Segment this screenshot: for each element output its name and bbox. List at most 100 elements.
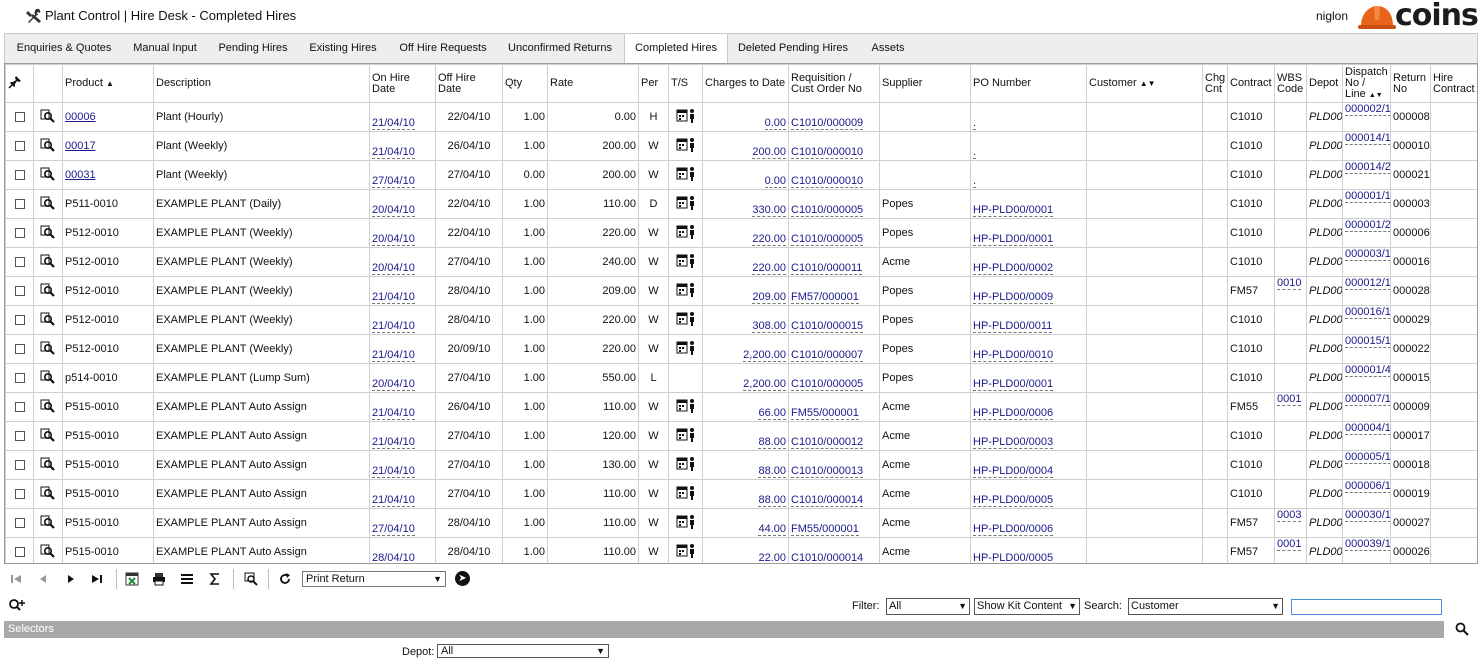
charges-to-date[interactable]: 22.00: [758, 552, 786, 563]
row-checkbox[interactable]: [14, 402, 25, 413]
dispatch-number[interactable]: 000030/1: [1345, 509, 1390, 522]
columns-icon[interactable]: [180, 572, 194, 586]
view-details-icon[interactable]: [40, 312, 56, 326]
tab-assets[interactable]: Assets: [862, 34, 914, 63]
filter-select[interactable]: All ▼: [886, 598, 970, 615]
tab-deleted-pending-hires[interactable]: Deleted Pending Hires: [732, 34, 854, 63]
wbs-code[interactable]: 0010: [1277, 277, 1302, 290]
next-page-icon[interactable]: [64, 572, 78, 586]
row-checkbox[interactable]: [14, 373, 25, 384]
on-hire-date[interactable]: 21/04/10: [372, 349, 415, 362]
charges-to-date[interactable]: 88.00: [758, 494, 786, 507]
requisition-number[interactable]: C1010/000011: [791, 262, 863, 275]
column-header-per[interactable]: Per: [638, 64, 669, 103]
table-row[interactable]: P512-0010 EXAMPLE PLANT (Weekly) 20/04/10 2…: [5, 218, 1477, 248]
charges-to-date[interactable]: 44.00: [758, 523, 786, 536]
dispatch-number[interactable]: 000007/1: [1345, 393, 1390, 406]
timesheet-icon[interactable]: [676, 166, 696, 182]
dispatch-number[interactable]: 000001/4: [1345, 364, 1390, 377]
requisition-number[interactable]: C1010/000005: [791, 204, 864, 217]
kit-content-select[interactable]: Show Kit Content ▼: [974, 598, 1080, 615]
dispatch-number[interactable]: 000014/1: [1345, 132, 1390, 145]
column-header-supplier[interactable]: Supplier: [879, 64, 971, 103]
dispatch-number[interactable]: 000004/1: [1345, 422, 1390, 435]
row-checkbox[interactable]: [14, 431, 25, 442]
row-checkbox[interactable]: [14, 228, 25, 239]
column-header-requisition[interactable]: Requisition / Cust Order No: [788, 64, 880, 103]
product-code[interactable]: 00006: [65, 111, 96, 123]
row-checkbox[interactable]: [14, 489, 25, 500]
charges-to-date[interactable]: 2,200.00: [743, 378, 786, 391]
pin-column-header[interactable]: [5, 64, 34, 103]
on-hire-date[interactable]: 21/04/10: [372, 117, 415, 130]
column-header-po-number[interactable]: PO Number: [970, 64, 1087, 103]
on-hire-date[interactable]: 21/04/10: [372, 465, 415, 478]
timesheet-icon[interactable]: [676, 195, 696, 211]
row-checkbox[interactable]: [14, 460, 25, 471]
previous-page-icon[interactable]: [36, 572, 50, 586]
tab-unconfirmed-returns[interactable]: Unconfirmed Returns: [501, 34, 619, 63]
add-search-icon[interactable]: [8, 598, 26, 614]
requisition-number[interactable]: C1010/000010: [791, 146, 864, 159]
table-row[interactable]: 00006 Plant (Hourly) 21/04/10 22/04/10 1.00 0…: [5, 102, 1477, 132]
column-header-qty[interactable]: Qty: [502, 64, 548, 103]
on-hire-date[interactable]: 21/04/10: [372, 291, 415, 304]
po-number[interactable]: HP-PLD00/0005: [973, 552, 1054, 563]
dispatch-number[interactable]: 000012/1: [1345, 277, 1390, 290]
dispatch-number[interactable]: 000005/1: [1345, 451, 1390, 464]
table-row[interactable]: P515-0010 EXAMPLE PLANT Auto Assign 28/04/…: [5, 537, 1477, 563]
timesheet-icon[interactable]: [676, 398, 696, 414]
row-checkbox[interactable]: [14, 141, 25, 152]
timesheet-icon[interactable]: [676, 108, 696, 124]
tab-pending-hires[interactable]: Pending Hires: [211, 34, 295, 63]
requisition-number[interactable]: C1010/000007: [791, 349, 864, 362]
on-hire-date[interactable]: 20/04/10: [372, 204, 415, 217]
first-page-icon[interactable]: [9, 572, 23, 586]
dispatch-number[interactable]: 000001/2: [1345, 219, 1390, 232]
dispatch-number[interactable]: 000001/1: [1345, 190, 1390, 203]
requisition-number[interactable]: C1010/000015: [791, 320, 864, 333]
on-hire-date[interactable]: 21/04/10: [372, 320, 415, 333]
tab-completed-hires[interactable]: Completed Hires: [624, 34, 728, 64]
row-checkbox[interactable]: [14, 257, 25, 268]
column-header-return-no[interactable]: Return No: [1390, 64, 1431, 103]
dispatch-number[interactable]: 000006/1: [1345, 480, 1390, 493]
table-row[interactable]: P515-0010 EXAMPLE PLANT Auto Assign 21/04/…: [5, 450, 1477, 480]
timesheet-icon[interactable]: [676, 282, 696, 298]
go-button[interactable]: ➤: [455, 571, 470, 586]
wbs-code[interactable]: 0001: [1277, 538, 1302, 551]
timesheet-icon[interactable]: [676, 311, 696, 327]
requisition-number[interactable]: C1010/000013: [791, 465, 864, 478]
requisition-number[interactable]: C1010/000010: [791, 175, 864, 188]
on-hire-date[interactable]: 20/04/10: [372, 262, 415, 275]
search-input[interactable]: [1291, 599, 1442, 615]
row-checkbox[interactable]: [14, 518, 25, 529]
tab-existing-hires[interactable]: Existing Hires: [301, 34, 385, 63]
column-header-rate[interactable]: Rate: [547, 64, 639, 103]
table-row[interactable]: P515-0010 EXAMPLE PLANT Auto Assign 21/04/…: [5, 479, 1477, 509]
view-details-icon[interactable]: [40, 225, 56, 239]
timesheet-icon[interactable]: [676, 253, 696, 269]
table-row[interactable]: p514-0010 EXAMPLE PLANT (Lump Sum) 20/04/1…: [5, 363, 1477, 393]
view-details-icon[interactable]: [40, 399, 56, 413]
table-row[interactable]: P512-0010 EXAMPLE PLANT (Weekly) 21/04/10 2…: [5, 305, 1477, 335]
timesheet-icon[interactable]: [676, 543, 696, 559]
table-row[interactable]: 00031 Plant (Weekly) 27/04/10 27/04/10 0.00 2…: [5, 160, 1477, 190]
tab-enquiries-quotes[interactable]: Enquiries & Quotes: [5, 34, 123, 63]
table-row[interactable]: P512-0010 EXAMPLE PLANT (Weekly) 20/04/10 2…: [5, 247, 1477, 277]
timesheet-icon[interactable]: [676, 485, 696, 501]
table-row[interactable]: P512-0010 EXAMPLE PLANT (Weekly) 21/04/10 2…: [5, 334, 1477, 364]
column-header-depot[interactable]: Depot: [1306, 64, 1343, 103]
view-details-icon[interactable]: [40, 196, 56, 210]
column-header-dispatch[interactable]: Dispatch No / Line ▲▼: [1342, 64, 1391, 103]
po-number[interactable]: HP-PLD00/0009: [973, 291, 1054, 304]
column-header-product[interactable]: Product ▲: [62, 64, 154, 103]
column-header-contract[interactable]: Contract: [1227, 64, 1275, 103]
row-checkbox[interactable]: [14, 315, 25, 326]
on-hire-date[interactable]: 20/04/10: [372, 378, 415, 391]
column-header-wbs-code[interactable]: WBS Code: [1274, 64, 1307, 103]
export-excel-icon[interactable]: [125, 572, 139, 586]
dispatch-number[interactable]: 000016/1: [1345, 306, 1390, 319]
dispatch-number[interactable]: 000014/2: [1345, 161, 1390, 174]
charges-to-date[interactable]: 308.00: [752, 320, 786, 333]
